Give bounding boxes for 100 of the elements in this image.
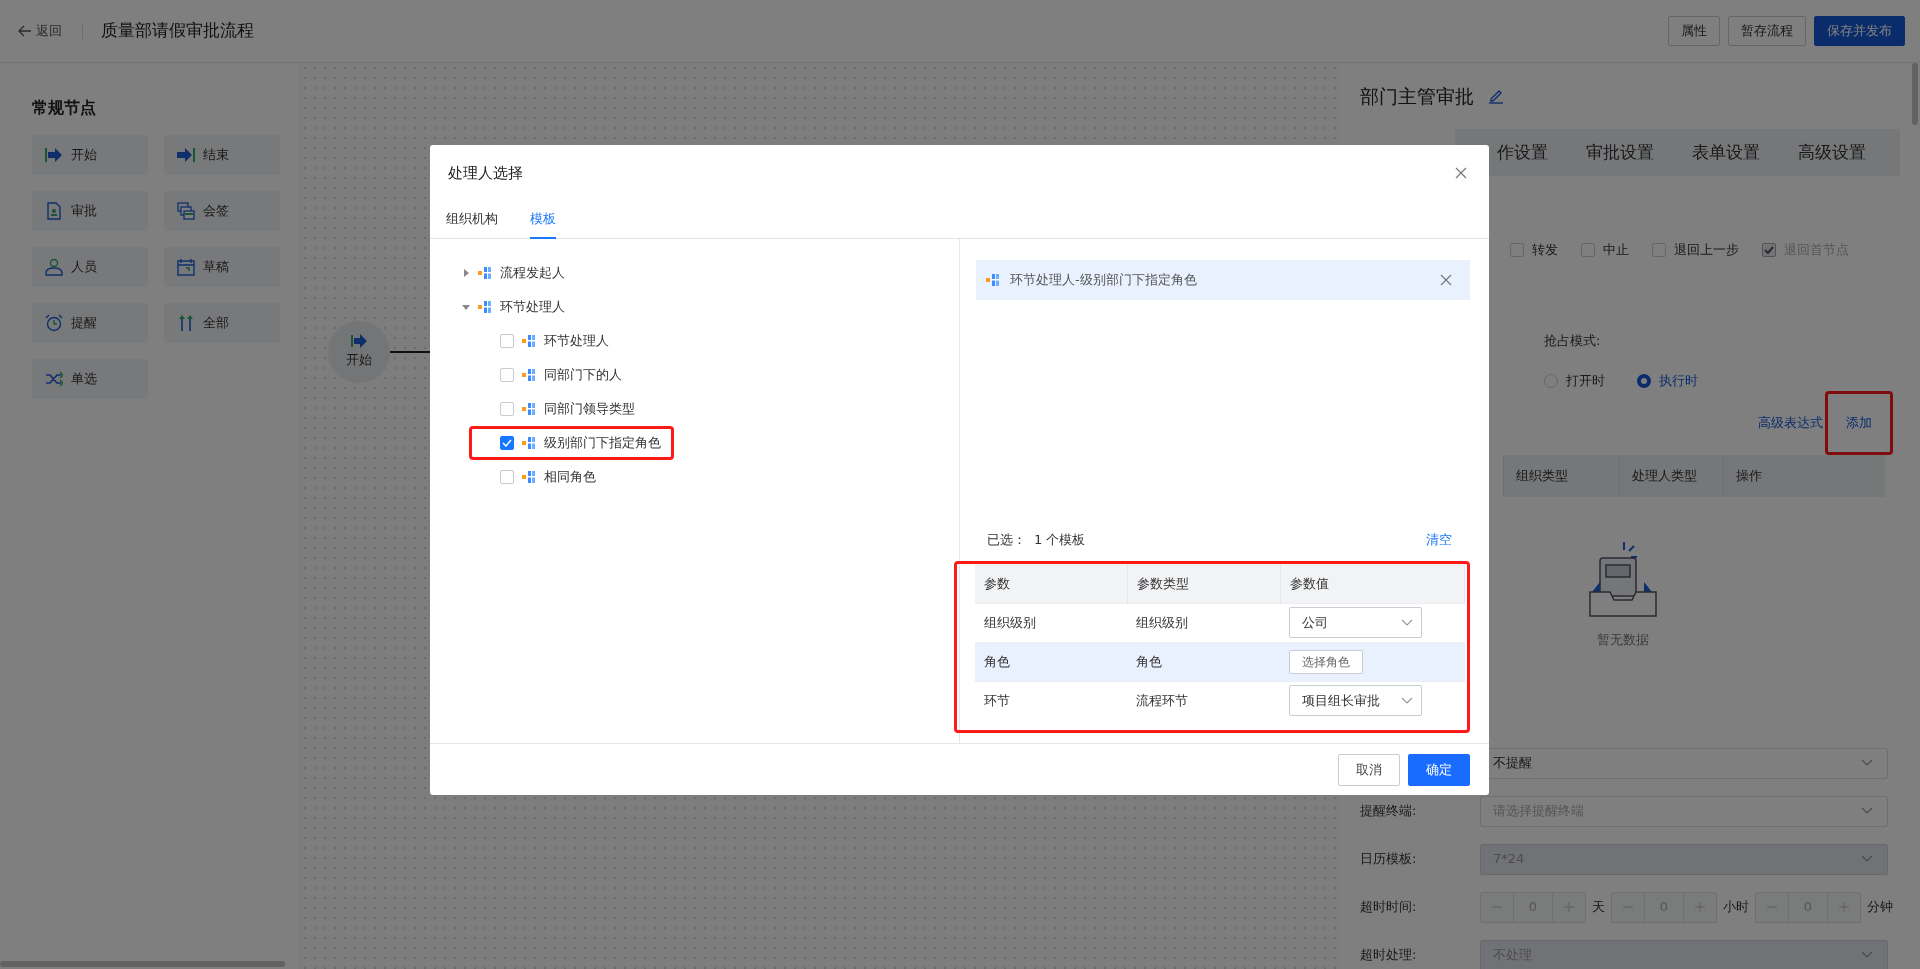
table-cell: 角色 <box>975 642 1127 681</box>
node-title: 部门主管审批 <box>1360 83 1474 109</box>
checkbox[interactable] <box>500 402 514 416</box>
selected-label: 已选： <box>987 530 1026 549</box>
checkbox[interactable] <box>500 334 514 348</box>
text-link[interactable]: 高级表达式 <box>1758 413 1823 433</box>
end-arrow-icon <box>177 146 195 164</box>
checkbox[interactable] <box>1581 243 1595 257</box>
clear-link[interactable]: 清空 <box>1426 529 1452 549</box>
table-cell: 流程环节 <box>1127 681 1280 720</box>
node-label: 开始 <box>346 351 372 370</box>
tree-item[interactable]: 同部门领导类型 <box>544 399 635 419</box>
settings-tab[interactable]: 高级设置 <box>1798 139 1866 166</box>
field-label: 抢占模式: <box>1543 332 1602 350</box>
select-field[interactable]: 项目组长审批 <box>1289 685 1422 717</box>
publish-button[interactable]: 保存并发布 <box>1814 16 1905 46</box>
header-button[interactable]: 暂存流程 <box>1728 16 1806 46</box>
tree-item[interactable]: 同部门下的人 <box>544 365 622 385</box>
text-link[interactable]: 添加 <box>1846 415 1872 431</box>
unit-label: 天 <box>1592 898 1605 917</box>
selected-count: 1 个模板 <box>1034 530 1086 549</box>
org-node-icon <box>986 273 1000 287</box>
column-header: 参数类型 <box>1127 564 1280 603</box>
field-label: 日历模板: <box>1359 850 1418 869</box>
chevron-down-icon <box>1861 855 1873 863</box>
close-icon[interactable] <box>1455 167 1467 179</box>
chevron-down-icon <box>1861 951 1873 959</box>
palette-node-button[interactable]: 会签 <box>164 191 280 231</box>
cancel-button[interactable]: 取消 <box>1338 753 1400 786</box>
checkbox[interactable] <box>1510 243 1524 257</box>
confirm-button[interactable]: 确定 <box>1408 753 1470 786</box>
close-icon[interactable] <box>1440 274 1452 286</box>
unit-label: 小时 <box>1723 898 1749 917</box>
column-header: 参数 <box>975 564 1127 603</box>
table-cell: 角色 <box>1127 642 1280 681</box>
edit-pencil-icon[interactable] <box>1488 88 1504 104</box>
field-label: 超时处理: <box>1359 946 1418 965</box>
palette-node-button[interactable]: 开始 <box>32 135 148 175</box>
org-node-icon <box>478 300 492 314</box>
scrollbar[interactable] <box>0 961 285 967</box>
column-header: 参数值 <box>1280 564 1465 603</box>
tree-item[interactable]: 环节处理人 <box>544 331 609 351</box>
org-node-icon <box>522 402 536 416</box>
dialog-tab[interactable]: 组织机构 <box>446 201 498 239</box>
settings-tab[interactable]: 表单设置 <box>1692 139 1760 166</box>
palette-node-button[interactable]: 单选 <box>32 359 148 399</box>
chevron-down-icon <box>1861 807 1873 815</box>
tree-item[interactable]: 环节处理人 <box>500 297 565 317</box>
org-node-icon <box>522 334 536 348</box>
palette-node-button[interactable]: 提醒 <box>32 303 148 343</box>
scrollbar[interactable] <box>1912 63 1918 125</box>
alarm-clock-icon <box>45 314 63 332</box>
checkbox[interactable] <box>500 368 514 382</box>
shuffle-icon <box>45 370 63 388</box>
tree-item[interactable]: 流程发起人 <box>500 263 565 283</box>
checkbox[interactable] <box>500 436 514 450</box>
checkbox[interactable] <box>1652 243 1666 257</box>
palette-node-button[interactable]: 人员 <box>32 247 148 287</box>
dialog-tab[interactable]: 模板 <box>530 201 556 239</box>
radio-button[interactable] <box>1637 374 1651 388</box>
select-role-button[interactable]: 选择角色 <box>1289 649 1363 674</box>
start-node[interactable]: 开始 <box>328 321 390 383</box>
settings-tab[interactable]: 作设置 <box>1497 139 1548 166</box>
settings-tab[interactable]: 审批设置 <box>1586 139 1654 166</box>
chevron-down-icon <box>1861 759 1873 767</box>
tree-item[interactable]: 级别部门下指定角色 <box>544 433 661 453</box>
field-label: 超时时间: <box>1359 898 1418 917</box>
caret-right-icon[interactable] <box>462 269 470 277</box>
column-header: 处理人类型 <box>1619 455 1723 497</box>
arrow-right-icon <box>351 334 367 349</box>
check-icon <box>502 439 512 447</box>
palette-node-button[interactable]: 审批 <box>32 191 148 231</box>
org-node-icon <box>522 470 536 484</box>
checkbox-label: 中止 <box>1603 241 1629 260</box>
checkbox[interactable] <box>500 470 514 484</box>
header-button[interactable]: 属性 <box>1668 16 1720 46</box>
column-header: 组织类型 <box>1503 455 1619 497</box>
unit-label: 分钟 <box>1867 898 1893 917</box>
chevron-down-icon <box>1401 618 1413 627</box>
dialog-title: 处理人选择 <box>448 162 523 184</box>
caret-down-icon[interactable] <box>462 303 470 311</box>
table-cell: 环节 <box>975 681 1127 720</box>
chevron-down-icon <box>1401 696 1413 705</box>
empty-tray-icon <box>1588 540 1658 620</box>
palette-node-button[interactable]: 全部 <box>164 303 280 343</box>
org-node-icon <box>522 436 536 450</box>
palette-node-button[interactable]: 结束 <box>164 135 280 175</box>
org-node-icon <box>478 266 492 280</box>
tree-item[interactable]: 相同角色 <box>544 467 596 487</box>
arrow-left-icon <box>18 25 32 37</box>
select-field[interactable]: 公司 <box>1289 607 1422 638</box>
field-label: 提醒终端: <box>1359 802 1418 821</box>
up-arrows-icon <box>177 314 195 332</box>
page-title: 质量部请假审批流程 <box>101 19 255 43</box>
back-link[interactable]: 返回 <box>18 21 62 41</box>
radio-label: 执行时 <box>1659 372 1698 391</box>
person-icon <box>45 258 63 276</box>
column-header: 操作 <box>1723 455 1762 497</box>
palette-node-button[interactable]: 草稿 <box>164 247 280 287</box>
radio-label: 打开时 <box>1566 372 1605 391</box>
